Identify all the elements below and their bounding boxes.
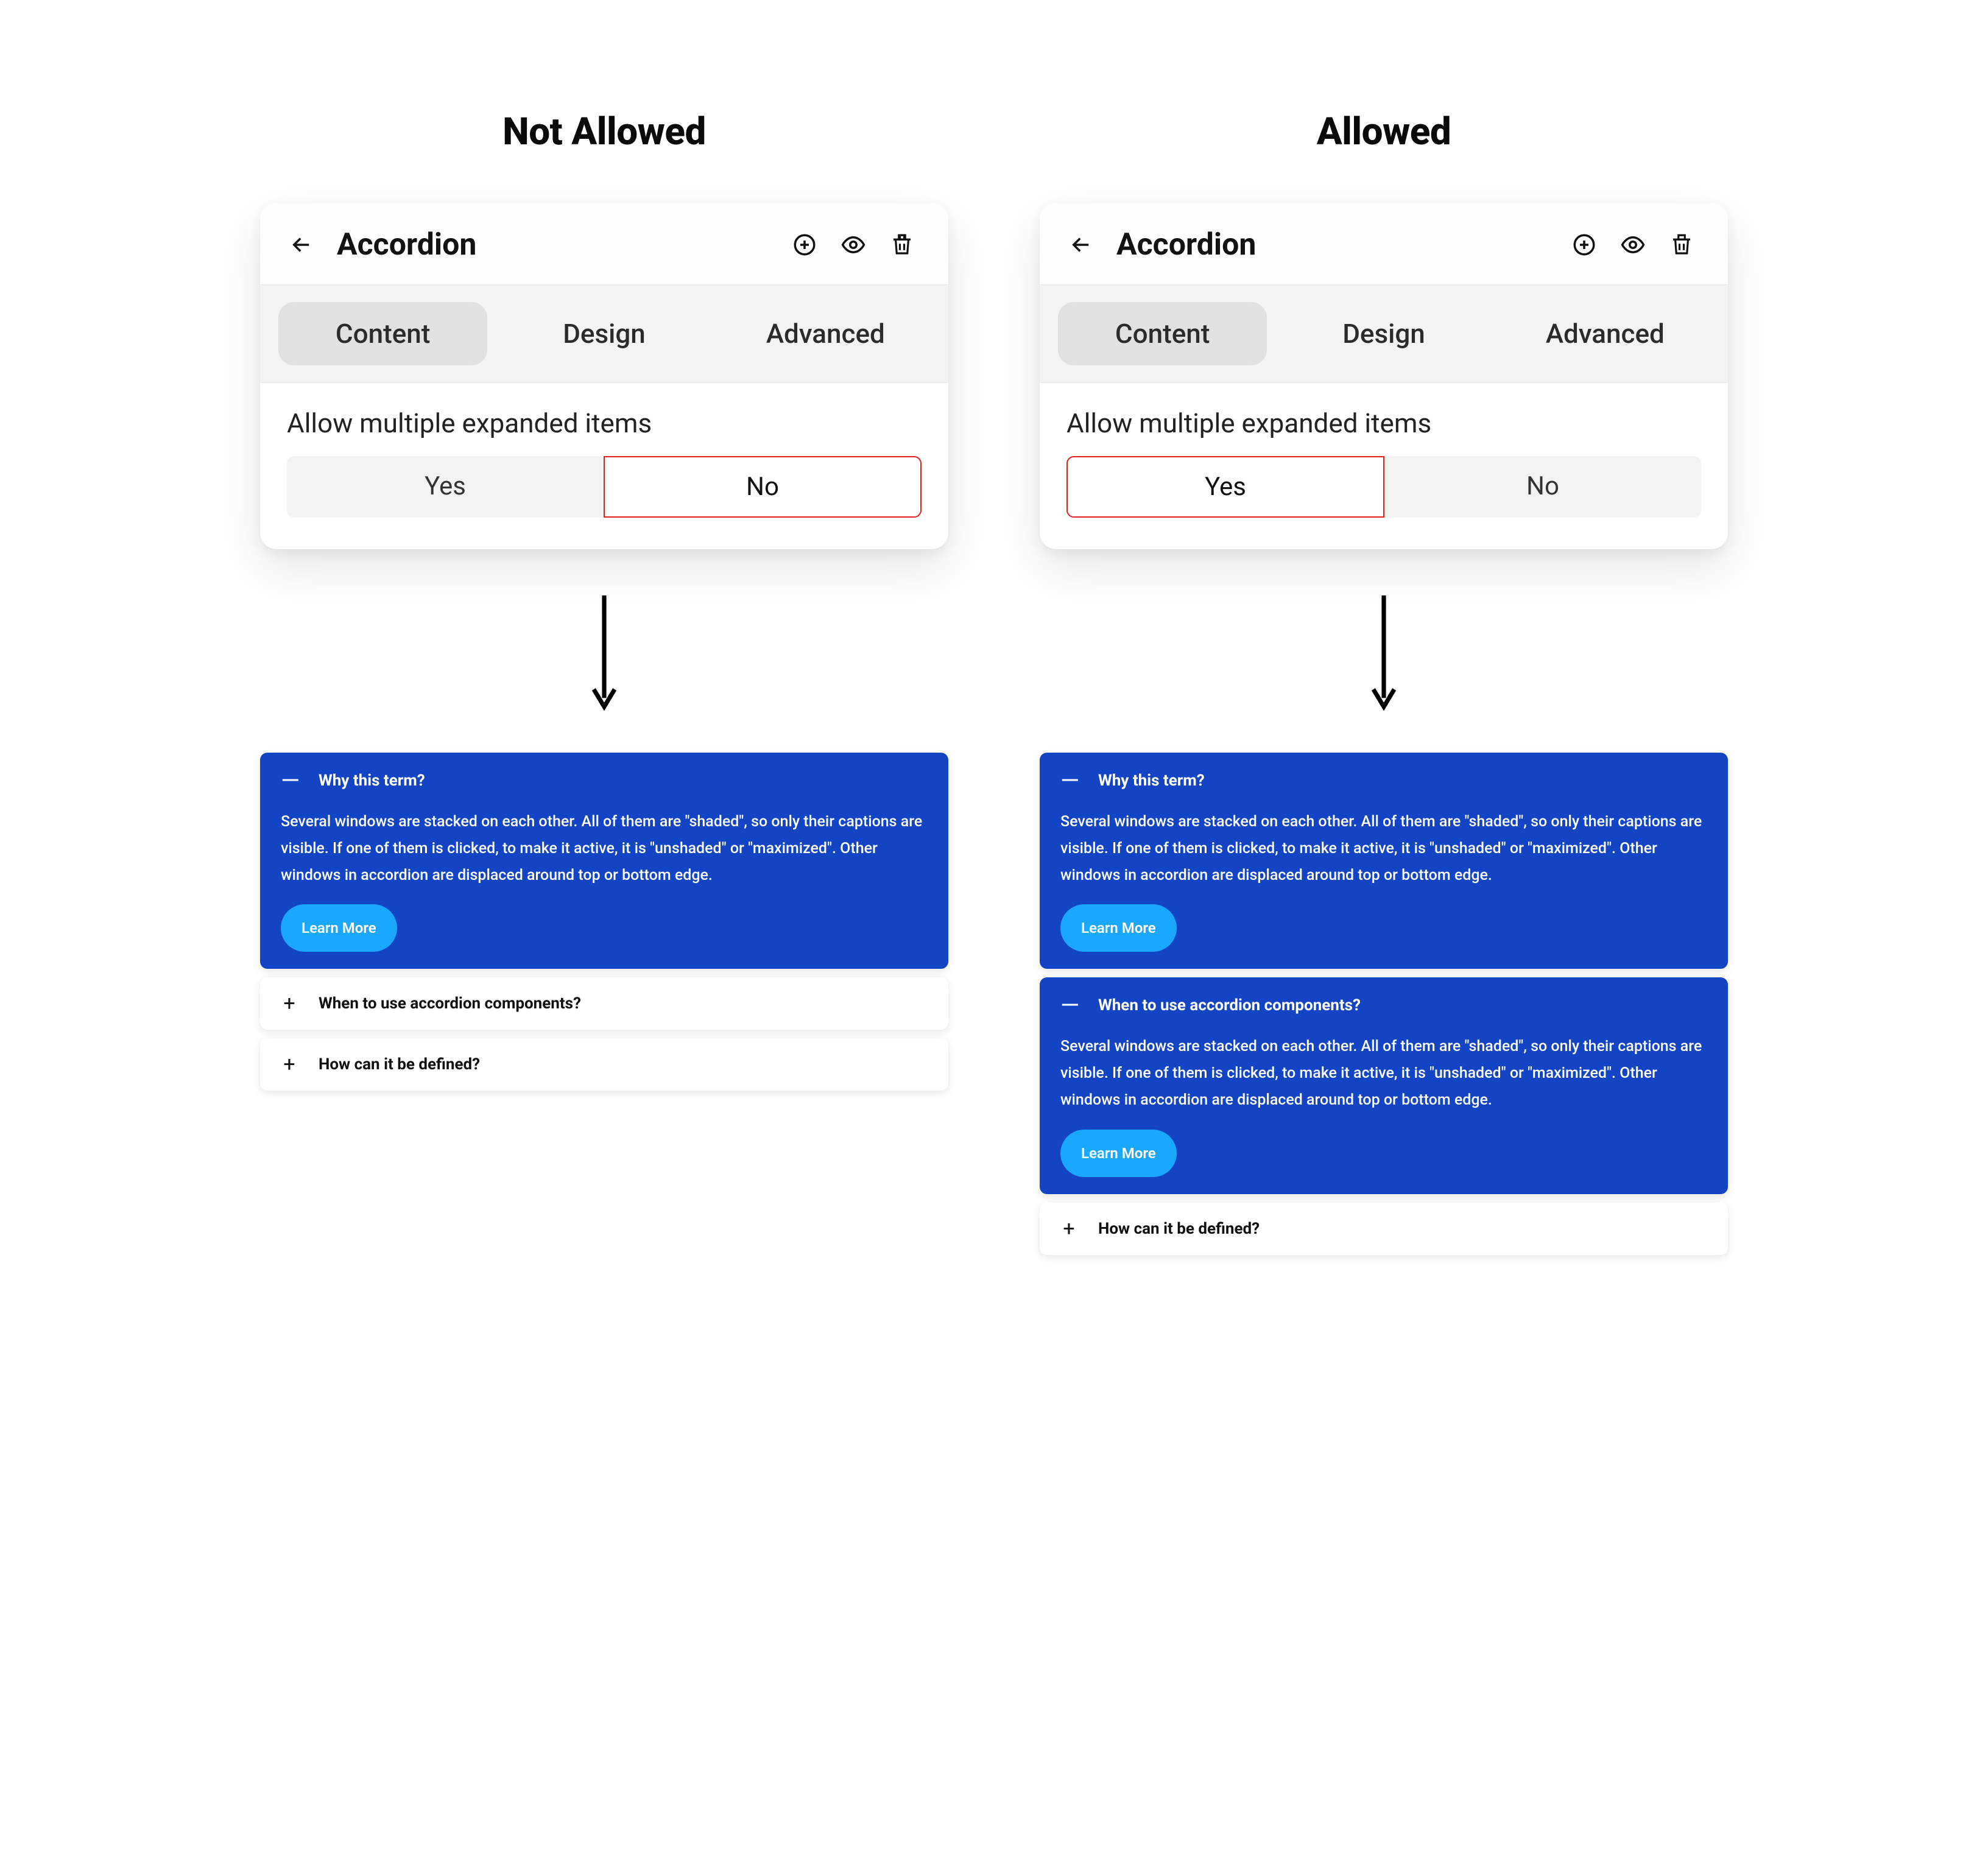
accordion-item: + How can it be defined? [260,1038,948,1091]
learn-more-button[interactable]: Learn More [1060,904,1177,952]
minus-icon: — [281,768,298,793]
accordion-header[interactable]: + When to use accordion components? [260,977,948,1030]
add-icon[interactable] [1567,228,1601,262]
option-label: Allow multiple expanded items [1066,407,1701,439]
plus-icon: + [1060,1218,1077,1239]
back-arrow-icon[interactable] [284,228,319,262]
option-yes-button[interactable]: Yes [287,456,604,518]
column-heading-allowed: Allowed [1040,110,1728,154]
accordion-title: How can it be defined? [1098,1220,1260,1238]
accordion-item: + How can it be defined? [1040,1203,1728,1255]
back-arrow-icon[interactable] [1064,228,1098,262]
tab-advanced[interactable]: Advanced [1501,302,1710,365]
accordion-text: Several windows are stacked on each othe… [1060,809,1707,888]
accordion-text: Several windows are stacked on each othe… [281,809,928,888]
settings-panel: Accordion Content Design Advanced Allow … [260,203,948,549]
accordion-title: When to use accordion components? [1098,996,1361,1014]
eye-icon[interactable] [836,228,870,262]
option-label: Allow multiple expanded items [287,407,922,439]
eye-icon[interactable] [1616,228,1650,262]
accordion-body: Several windows are stacked on each othe… [1040,809,1728,969]
learn-more-button[interactable]: Learn More [281,904,397,952]
accordion-preview: — Why this term? Several windows are sta… [260,753,948,1091]
accordion-header[interactable]: — Why this term? [1040,753,1728,809]
accordion-title: Why this term? [1098,772,1205,790]
plus-icon: + [281,993,298,1014]
tab-design[interactable]: Design [499,302,708,365]
learn-more-button[interactable]: Learn More [1060,1130,1177,1177]
accordion-header[interactable]: + How can it be defined? [260,1038,948,1091]
minus-icon: — [1060,768,1077,793]
trash-icon[interactable] [1665,228,1699,262]
accordion-item: — Why this term? Several windows are sta… [1040,753,1728,969]
tab-design[interactable]: Design [1279,302,1488,365]
option-no-button[interactable]: No [1384,456,1701,518]
accordion-item: + When to use accordion components? [260,977,948,1030]
tab-advanced[interactable]: Advanced [721,302,930,365]
accordion-item: — Why this term? Several windows are sta… [260,753,948,969]
accordion-title: When to use accordion components? [319,994,581,1013]
settings-panel: Accordion Content Design Advanced Allow … [1040,203,1728,549]
tabs-row: Content Design Advanced [260,285,948,383]
plus-icon: + [281,1054,298,1075]
minus-icon: — [1060,993,1077,1018]
arrow-down-icon [260,592,948,716]
accordion-title: Why this term? [319,772,425,790]
arrow-down-icon [1040,592,1728,716]
tab-content[interactable]: Content [1058,302,1267,365]
accordion-preview: — Why this term? Several windows are sta… [1040,753,1728,1255]
option-no-button[interactable]: No [604,456,922,518]
tabs-row: Content Design Advanced [1040,285,1728,383]
accordion-title: How can it be defined? [319,1055,480,1074]
column-not-allowed: Not Allowed Accordion Content De [260,110,948,1091]
panel-title: Accordion [1116,227,1553,262]
accordion-text: Several windows are stacked on each othe… [1060,1033,1707,1113]
accordion-header[interactable]: — Why this term? [260,753,948,809]
trash-icon[interactable] [885,228,919,262]
accordion-body: Several windows are stacked on each othe… [260,809,948,969]
accordion-header[interactable]: — When to use accordion components? [1040,977,1728,1033]
column-allowed: Allowed Accordion Content Design [1040,110,1728,1255]
accordion-item: — When to use accordion components? Seve… [1040,977,1728,1194]
accordion-header[interactable]: + How can it be defined? [1040,1203,1728,1255]
option-yes-button[interactable]: Yes [1066,456,1384,518]
accordion-body: Several windows are stacked on each othe… [1040,1033,1728,1194]
panel-title: Accordion [337,227,773,262]
add-icon[interactable] [788,228,822,262]
tab-content[interactable]: Content [278,302,487,365]
column-heading-not-allowed: Not Allowed [260,110,948,154]
